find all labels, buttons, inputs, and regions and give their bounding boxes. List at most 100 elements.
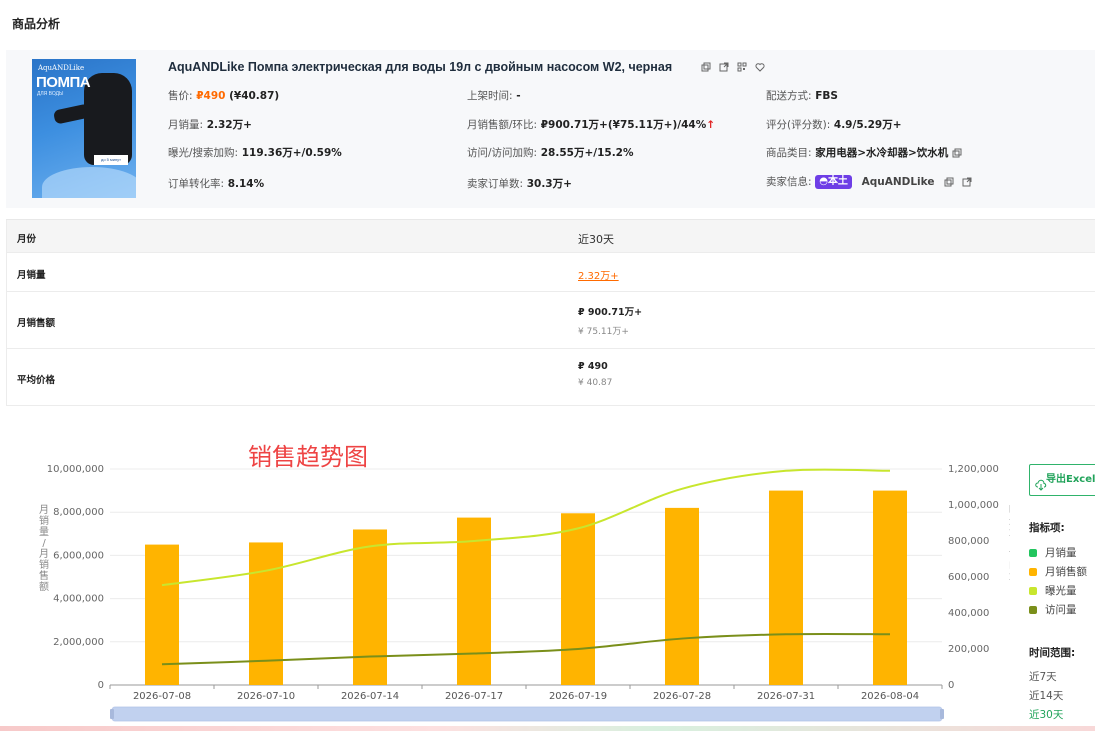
x-tick-label: 2026-07-10	[237, 691, 295, 702]
table-row: 月销售额 ₽ 900.71万+ ¥ 75.11万+	[6, 292, 1095, 349]
table-row: 平均价格 ₽ 490 ¥ 40.87	[6, 349, 1095, 406]
cloud-download-icon	[1035, 474, 1047, 495]
range-option-30d[interactable]: 近30天	[1029, 706, 1075, 725]
legend-swatch	[1029, 567, 1037, 576]
y-axis-title-char: 额	[39, 580, 49, 593]
seller-info-field: 卖家信息: ◓本土 AquANDLike	[766, 174, 972, 189]
product-name[interactable]: AquANDLike Помпа электрическая для воды …	[168, 60, 672, 74]
x-tick-label: 2026-07-28	[653, 691, 711, 702]
y2-tick-label: 0	[948, 680, 954, 691]
rating-label: 评分(评分数):	[766, 119, 831, 131]
zoom-slider-window	[112, 707, 942, 721]
legend-label: 访问量	[1045, 604, 1077, 616]
row-label-revenue: 月销售额	[17, 318, 56, 329]
x-tick-label: 2026-07-19	[549, 691, 607, 702]
export-excel-button[interactable]: 导出Excel	[1029, 464, 1095, 496]
y2-tick-label: 600,000	[948, 572, 989, 583]
category-value[interactable]: 家用电器>水冷却器>饮水机	[815, 147, 948, 159]
image-badge-text: до 5 минут	[94, 155, 128, 165]
y2-axis-title-char: 问	[1009, 558, 1010, 571]
monthly-sales-field: 月销量: 2.32万+	[168, 117, 252, 132]
seller-orders-field: 卖家订单数: 30.3万+	[467, 176, 572, 191]
export-label: 导出Excel	[1046, 474, 1095, 485]
row-value-avg-price: ₽ 490 ¥ 40.87	[578, 361, 612, 388]
avg-price-rub: ₽ 490	[578, 361, 608, 372]
conversion-field: 订单转化率: 8.14%	[168, 176, 264, 191]
header-month: 月份	[17, 234, 37, 245]
listed-value: -	[516, 90, 521, 102]
x-tick-label: 2026-07-17	[445, 691, 503, 702]
y-tick-label: 10,000,000	[47, 464, 104, 475]
bottom-strip	[0, 726, 1095, 731]
product-image[interactable]: AquANDLike ПОМПА ДЛЯ ВОДЫ до 5 минут	[32, 59, 136, 198]
legend-swatch	[1029, 586, 1037, 595]
seller-orders-value: 30.3万+	[526, 178, 572, 190]
range-option-14d[interactable]: 近14天	[1029, 687, 1075, 706]
bar-月销售额	[249, 542, 283, 685]
y-tick-label: 2,000,000	[53, 637, 104, 648]
monthly-revenue-label: 月销售额/环比:	[467, 119, 538, 131]
legend-item-sales[interactable]: 月销量	[1029, 543, 1087, 562]
y2-axis-title-char: 量	[1009, 526, 1010, 538]
legend-label: 月销售额	[1045, 566, 1087, 578]
legend-item-exposure[interactable]: 曝光量	[1029, 581, 1087, 600]
revenue-rub: ₽ 900.71万+	[578, 307, 643, 318]
listed-label: 上架时间:	[467, 90, 513, 102]
sales-trend-chart: 10,000,000 8,000,000 6,000,000 4,000,000 2,0…	[39, 464, 1010, 722]
row-label-sales: 月销量	[17, 270, 46, 281]
x-tick-label: 2026-07-31	[757, 691, 815, 702]
bottle-shape	[42, 167, 136, 198]
monthly-revenue-field: 月销售额/环比: ₽900.71万+(¥75.11万+)/44%↑	[467, 117, 715, 132]
y-axis-title-char: 售	[39, 569, 49, 582]
monthly-revenue-value: ₽900.71万+(¥75.11万+)/44%	[540, 119, 707, 131]
bar-月销售额	[353, 529, 387, 685]
range-option-7d[interactable]: 近7天	[1029, 668, 1075, 687]
listed-field: 上架时间: -	[467, 88, 521, 103]
legend-item-revenue[interactable]: 月销售额	[1029, 562, 1087, 581]
copy-icon[interactable]	[952, 148, 962, 158]
y2-tick-label: 200,000	[948, 644, 989, 655]
table-row: 月销量 2.32万+	[6, 253, 1095, 292]
y-axis-title-char: /	[42, 538, 46, 549]
legend-swatch	[1029, 548, 1037, 557]
y-axis-title-char: 月	[39, 504, 49, 516]
legend: 指标项: 月销量 月销售额 曝光量 访问量	[1029, 520, 1087, 619]
conversion-label: 订单转化率:	[168, 178, 225, 190]
external-link-icon[interactable]	[962, 177, 972, 187]
y-tick-label: 4,000,000	[53, 594, 104, 605]
image-brand-text: AquANDLike	[38, 64, 85, 72]
legend-item-visits[interactable]: 访问量	[1029, 600, 1087, 619]
copy-icon[interactable]	[701, 62, 711, 72]
copy-icon[interactable]	[944, 177, 954, 187]
heart-icon[interactable]	[755, 62, 765, 72]
qrcode-icon[interactable]	[737, 62, 747, 72]
seller-name[interactable]: AquANDLike	[862, 176, 935, 188]
legend-swatch	[1029, 605, 1037, 614]
row-label-avg-price: 平均价格	[17, 375, 56, 386]
header-period: 近30天	[578, 233, 614, 246]
monthly-sales-label: 月销量:	[168, 119, 204, 131]
bar-月销售额	[665, 507, 699, 685]
seller-orders-label: 卖家订单数:	[467, 178, 524, 190]
external-link-icon[interactable]	[719, 62, 729, 72]
row-value-sales[interactable]: 2.32万+	[578, 267, 619, 282]
price-rub: ₽490	[196, 90, 226, 102]
legend-label: 曝光量	[1045, 585, 1077, 597]
bar-月销售额	[561, 513, 595, 685]
y-axis-title-char: 销	[39, 558, 49, 571]
y2-axis-title-char: 曝	[1009, 504, 1010, 516]
seller-badge-text: 本土	[827, 176, 848, 187]
exposure-label: 曝光/搜索加购:	[168, 147, 239, 159]
delivery-value: FBS	[815, 90, 838, 102]
monthly-sales-value: 2.32万+	[206, 119, 252, 131]
time-range-title: 时间范围:	[1029, 647, 1076, 659]
bar-月销售额	[873, 490, 907, 685]
product-actions	[701, 62, 765, 72]
visits-value: 28.55万+/15.2%	[540, 147, 634, 159]
y-axis-title-char: 月	[39, 548, 49, 560]
visits-field: 访问/访问加购: 28.55万+/15.2%	[467, 145, 634, 160]
y2-tick-label: 800,000	[948, 536, 989, 547]
delivery-label: 配送方式:	[766, 90, 812, 102]
visits-label: 访问/访问加购:	[467, 147, 538, 159]
y2-tick-label: 400,000	[948, 608, 989, 619]
